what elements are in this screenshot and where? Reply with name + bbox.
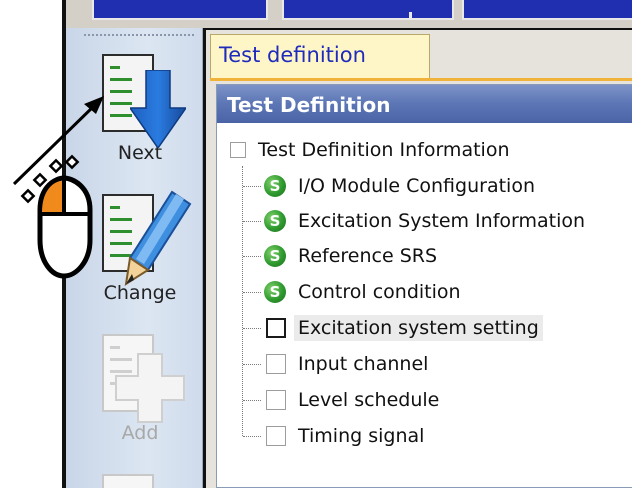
- status-set-icon: S: [264, 245, 286, 267]
- icon-line: [110, 114, 132, 117]
- tree-root-label: Test Definition Information: [258, 139, 510, 161]
- tool-panel: Next Change Add: [66, 28, 203, 488]
- tree-item-label: Level schedule: [298, 389, 440, 411]
- panel-grip[interactable]: [84, 34, 194, 36]
- tree-item-timing-signal[interactable]: Timing signal: [266, 419, 424, 453]
- top-toolbar: [64, 0, 632, 29]
- tree-item-excitation-system-setting[interactable]: Excitation system setting: [266, 311, 543, 345]
- tree-connector: [243, 364, 261, 365]
- tree-item-checkbox[interactable]: [266, 354, 286, 374]
- tree-item-label: Timing signal: [298, 425, 425, 447]
- tree-item-reference-srs[interactable]: S Reference SRS: [264, 239, 437, 273]
- tree-item-label: Excitation system setting: [294, 315, 543, 341]
- add-button[interactable]: Add: [86, 328, 194, 444]
- icon-line: [110, 102, 132, 105]
- tree-item-label: Input channel: [298, 353, 429, 375]
- more-tools-icon: [92, 468, 188, 488]
- add-icon-group: [92, 328, 188, 428]
- tree-item-input-channel[interactable]: Input channel: [266, 347, 428, 381]
- tree-connector: [243, 256, 261, 257]
- tree-connector: [243, 186, 261, 187]
- top-toolbar-button-3[interactable]: [462, 0, 632, 20]
- tree-connector: [243, 328, 261, 329]
- change-icon-group: [92, 188, 192, 288]
- tree-item-label: Control condition: [298, 281, 461, 303]
- icon-line: [110, 66, 120, 69]
- tab-test-definition[interactable]: Test definition: [210, 34, 430, 78]
- change-button[interactable]: Change: [86, 188, 194, 304]
- tree-item-checkbox[interactable]: [266, 318, 286, 338]
- content-border: [203, 28, 206, 488]
- icon-line: [110, 78, 132, 81]
- tree-connector: [242, 166, 243, 436]
- application-window: Next Change Add Test definition Test Def…: [0, 0, 632, 488]
- tree-connector: [243, 221, 261, 222]
- tree-connector: [243, 292, 261, 293]
- tree-connector: [243, 400, 261, 401]
- plus-icon: [115, 353, 185, 423]
- icon-line: [110, 90, 132, 93]
- button-divider: [409, 12, 412, 18]
- next-button[interactable]: Next: [86, 48, 194, 164]
- tree-root-checkbox[interactable]: [230, 142, 246, 158]
- top-toolbar-button-2[interactable]: [282, 0, 454, 20]
- tree-item-excitation-system-information[interactable]: S Excitation System Information: [264, 204, 585, 238]
- tree-item-io-module-configuration[interactable]: S I/O Module Configuration: [264, 169, 535, 203]
- status-set-icon: S: [264, 175, 286, 197]
- tree-connector: [243, 436, 261, 437]
- tree-item-label: I/O Module Configuration: [298, 175, 535, 197]
- document-icon: [102, 474, 154, 488]
- status-set-icon: S: [264, 281, 286, 303]
- more-tools-button[interactable]: [86, 468, 194, 488]
- tree-item-checkbox[interactable]: [266, 426, 286, 446]
- tree-item-checkbox[interactable]: [266, 390, 286, 410]
- content-border: [203, 28, 632, 30]
- tree-item-control-condition[interactable]: S Control condition: [264, 275, 461, 309]
- down-arrow-icon: [130, 70, 186, 148]
- tree-item-label: Reference SRS: [298, 245, 438, 267]
- next-icon-group: [92, 48, 188, 148]
- top-toolbar-button-1[interactable]: [92, 0, 268, 20]
- tree-item-level-schedule[interactable]: Level schedule: [266, 383, 439, 417]
- icon-line: [110, 346, 120, 349]
- status-set-icon: S: [264, 210, 286, 232]
- tab-underline: [210, 78, 632, 81]
- tree-root[interactable]: Test Definition Information: [230, 133, 509, 167]
- tree-item-label: Excitation System Information: [298, 210, 586, 232]
- pencil-icon: [124, 190, 192, 287]
- panel-title: Test Definition: [217, 85, 632, 123]
